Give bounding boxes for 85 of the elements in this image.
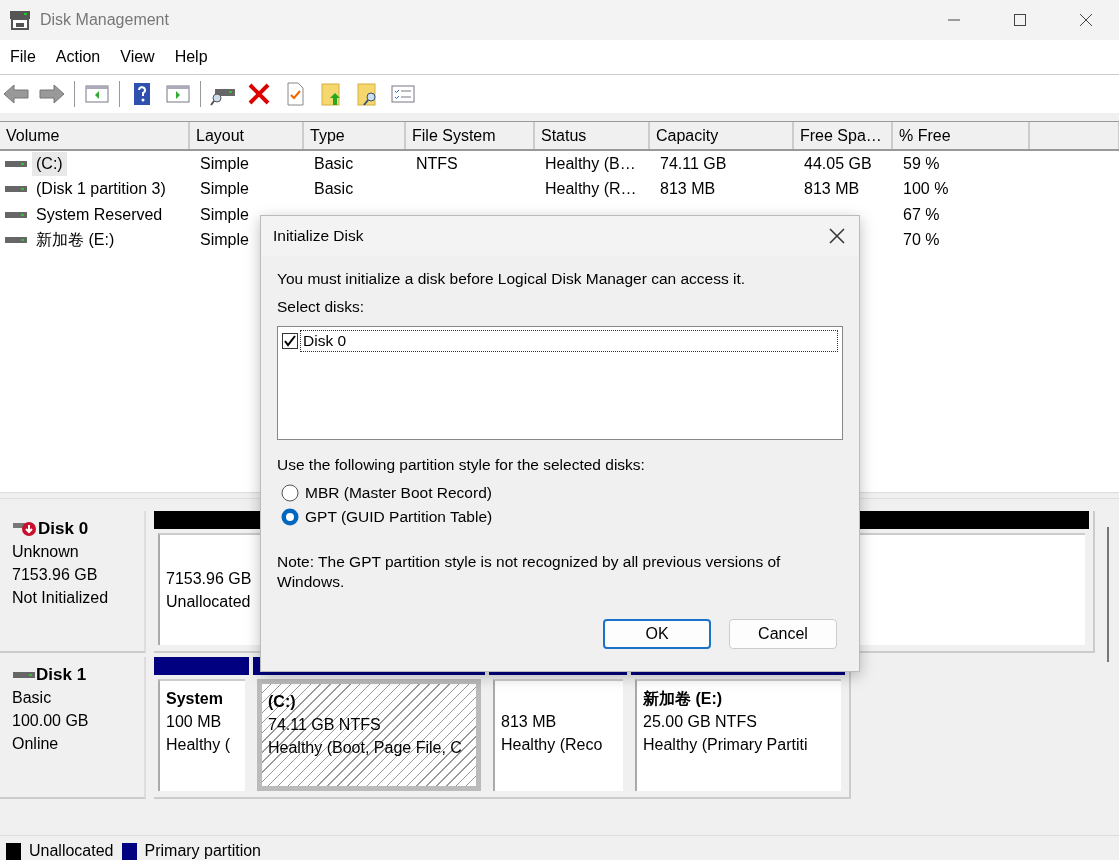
disk-detail: 7153.96 GB: [12, 566, 98, 583]
window-title: Disk Management: [40, 11, 169, 29]
disk-info-panel[interactable]: Disk 1 Basic 100.00 GB Online: [0, 657, 146, 799]
column-header[interactable]: Free Spa…: [794, 122, 893, 149]
table-cell: Healthy (R…: [545, 180, 637, 198]
column-header[interactable]: Layout: [190, 122, 304, 149]
partition-detail: Healthy (Primary Partiti: [643, 735, 808, 755]
field-label: Select disks:: [277, 298, 365, 316]
partition-detail: Healthy (Reco: [501, 735, 603, 755]
column-header[interactable]: Type: [304, 122, 406, 149]
back-arrow-icon[interactable]: [2, 81, 30, 107]
partition-detail: Unallocated: [166, 592, 251, 612]
table-cell: NTFS: [416, 154, 458, 172]
note-text: Note: The GPT partition style is not recognized by all previous versions of Windows.: [277, 552, 782, 592]
app-icon: [8, 9, 32, 31]
partition-detail: 813 MB: [501, 712, 557, 732]
checkbox[interactable]: [282, 333, 298, 349]
partition-detail: 74.11 GB NTFS: [268, 715, 381, 735]
dialog-message: You must initialize a disk before Logical Disk Manager can access it.: [277, 270, 747, 288]
disk-detail: Basic: [12, 689, 52, 706]
table-cell: 100 %: [903, 180, 949, 198]
radio-label: MBR (Master Boot Record): [305, 484, 492, 502]
partition-title: (C:): [268, 692, 296, 712]
table-cell: 59 %: [903, 154, 940, 172]
partition-detail: 7153.96 GB: [166, 569, 252, 589]
table-cell: Simple: [200, 154, 249, 172]
column-header[interactable]: Volume: [0, 122, 190, 149]
partition-box[interactable]: System 100 MB Healthy (: [158, 679, 245, 791]
partition-box[interactable]: 新加卷 (E:) 25.00 GB NTFS Healthy (Primary Partiti: [635, 679, 841, 791]
column-header[interactable]: % Free: [893, 122, 1030, 149]
legend-label: Primary partition: [144, 842, 261, 860]
radio-button[interactable]: [281, 508, 299, 526]
close-icon[interactable]: [829, 228, 845, 244]
forward-arrow-icon[interactable]: [38, 81, 66, 107]
dialog-button[interactable]: OK: [603, 619, 711, 649]
table-cell[interactable]: (C:): [32, 151, 67, 176]
table-cell: 813 MB: [804, 180, 860, 198]
menu-item[interactable]: File: [2, 48, 44, 66]
partition-detail: 100 MB: [166, 712, 222, 732]
partition-box[interactable]: (C:) 74.11 GB NTFS Healthy (Boot, Page File, C: [257, 679, 481, 791]
disk-name: Disk 1: [36, 664, 87, 686]
menu-item[interactable]: Action: [47, 48, 109, 66]
disk-detail: 100.00 GB: [12, 712, 89, 729]
menu-item[interactable]: View: [112, 48, 163, 66]
disk-error-icon: [12, 519, 38, 538]
disk-info-panel[interactable]: Disk 0 Unknown 7153.96 GB Not Initialized: [0, 511, 146, 653]
disk-name: Disk 0: [38, 518, 89, 540]
partition-detail: 25.00 GB NTFS: [643, 712, 757, 732]
table-cell: 70 %: [903, 231, 940, 249]
table-cell: Simple: [200, 231, 249, 249]
disk-detail: Not Initialized: [12, 589, 109, 606]
table-cell: Simple: [200, 180, 249, 198]
maximize-icon[interactable]: [1013, 13, 1027, 27]
column-header[interactable]: File System: [406, 122, 535, 149]
dialog-title: Initialize Disk: [273, 227, 364, 245]
partition-title: System: [166, 689, 223, 709]
partition-title: 新加卷 (E:): [643, 689, 723, 709]
close-icon[interactable]: [1079, 13, 1093, 27]
partition-box[interactable]: 813 MB Healthy (Reco: [493, 679, 623, 791]
table-cell: 813 MB: [660, 180, 716, 198]
partition-detail: Healthy (Boot, Page File, C: [268, 738, 462, 758]
partition-detail: Healthy (: [166, 735, 231, 755]
table-cell[interactable]: System Reserved: [32, 202, 167, 227]
table-cell[interactable]: 新加卷 (E:): [32, 228, 119, 253]
table-cell: Basic: [314, 154, 354, 172]
column-header[interactable]: Capacity: [650, 122, 794, 149]
scrollbar[interactable]: [1107, 527, 1109, 662]
column-header[interactable]: Status: [535, 122, 650, 149]
table-cell[interactable]: (Disk 1 partition 3): [32, 177, 170, 202]
table-cell: 44.05 GB: [804, 154, 872, 172]
table-cell: Healthy (B…: [545, 154, 636, 172]
table-cell: Basic: [314, 180, 354, 198]
radio-label: GPT (GUID Partition Table): [305, 508, 493, 526]
disk-detail: Unknown: [12, 543, 79, 560]
table-cell: 67 %: [903, 205, 940, 223]
table-cell: 74.11 GB: [660, 154, 727, 172]
menu-item[interactable]: Help: [166, 48, 216, 66]
disk-list[interactable]: Disk 0: [277, 326, 843, 440]
list-item[interactable]: Disk 0: [300, 330, 838, 352]
field-label: Use the following partition style for the selected disks:: [277, 456, 646, 474]
legend-label: Unallocated: [29, 842, 114, 860]
disk-detail: Online: [12, 735, 59, 752]
radio-button[interactable]: [281, 484, 299, 502]
table-cell: Simple: [200, 205, 249, 223]
dialog-button[interactable]: Cancel: [729, 619, 837, 649]
